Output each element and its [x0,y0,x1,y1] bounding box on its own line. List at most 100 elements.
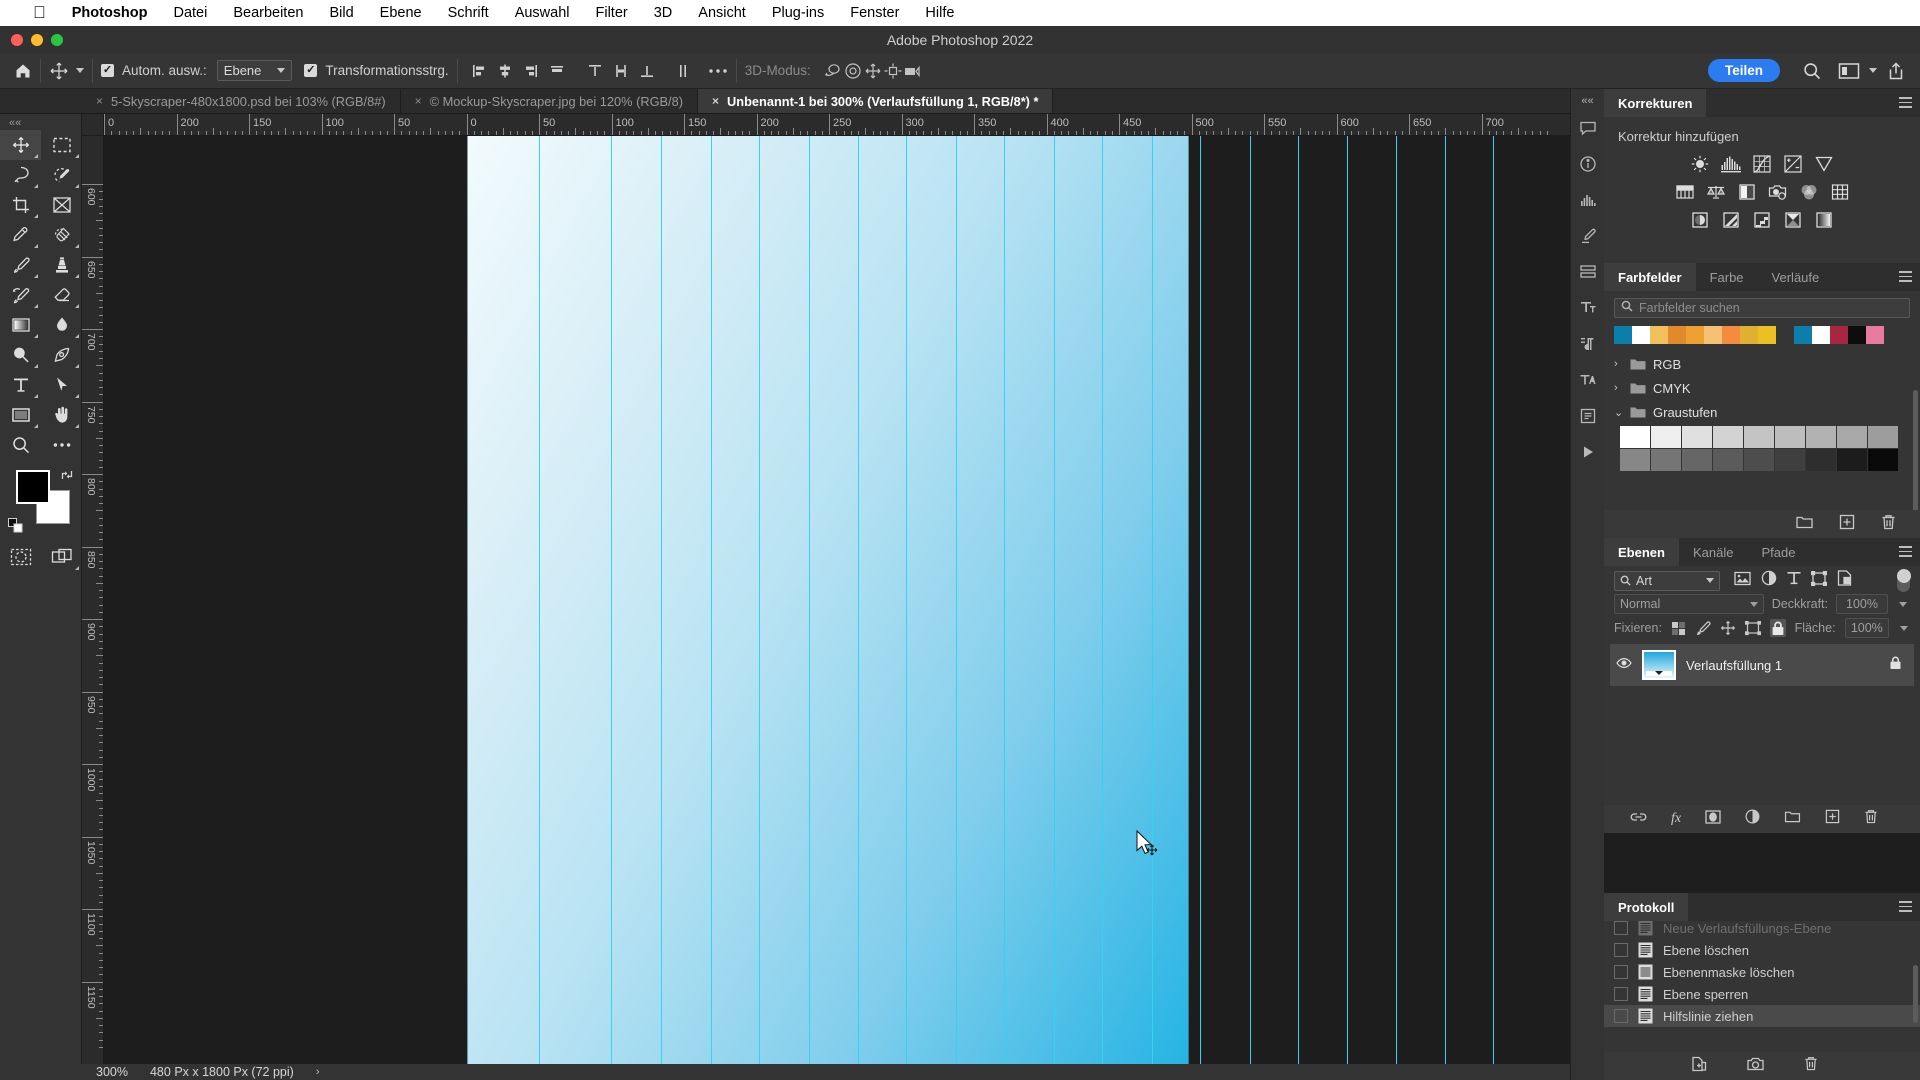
swatch-gray-15[interactable] [1775,449,1805,471]
document-tab-3[interactable]: × Unbenannt-1 bei 300% (Verlaufsfüllung … [698,89,1054,113]
swatch-group-rgb[interactable]: › RGB [1604,352,1920,376]
menu-bearbeiten[interactable]: Bearbeiten [220,0,316,26]
zoom-level[interactable]: 300% [96,1065,128,1079]
canvas-guide[interactable] [539,136,540,1064]
home-icon[interactable] [14,62,32,80]
swatch-recent-7[interactable] [1722,326,1740,344]
exposure-icon[interactable] [1782,154,1804,174]
fill-chevron-down-icon[interactable] [1898,618,1910,638]
tool-object-selection-tool[interactable] [41,160,82,190]
tool-move-tool[interactable] [0,130,41,160]
opacity-field[interactable]: 100% [1836,594,1888,614]
history-state-box[interactable] [1614,965,1628,979]
menu-auswahl[interactable]: Auswahl [502,0,583,26]
history-state-box[interactable] [1614,1009,1628,1023]
color-lookup-icon[interactable] [1829,182,1851,202]
canvas-guide[interactable] [1396,136,1397,1064]
new-group-icon[interactable] [1796,515,1813,534]
canvas-guide[interactable] [956,136,957,1064]
tool-preset-chevron-down-icon[interactable] [76,68,84,73]
history-item-4[interactable]: Ebene sperren [1604,983,1920,1005]
invert-icon[interactable] [1689,210,1711,230]
swatch-gray-10[interactable] [1620,449,1650,471]
delete-swatch-icon[interactable] [1881,514,1896,535]
canvas-guide[interactable] [906,136,907,1064]
tab-ebenen[interactable]: Ebenen [1604,538,1679,566]
swatch-gray-17[interactable] [1837,449,1867,471]
curves-icon[interactable] [1751,154,1773,174]
paragraph-icon[interactable] [1573,327,1603,361]
vertical-ruler[interactable]: 600 650 700 750 800 850 900 950 1000 1050 1100 1150 [82,136,104,1064]
channel-mixer-icon[interactable] [1798,182,1820,202]
document-tab-1[interactable]: × 5-Skyscraper-480x1800.psd bei 103% (RG… [82,89,401,113]
distribute-top-button[interactable] [582,59,608,83]
menu-3d[interactable]: 3D [641,0,686,26]
filter-adjustment-icon[interactable] [1761,570,1777,591]
document-tab-2[interactable]: × © Mockup-Skyscraper.jpg bei 120% (RGB/… [400,89,698,113]
tool-zoom-tool[interactable] [0,430,41,460]
layer-filter-kind-dropdown[interactable]: Art [1614,570,1720,591]
auto-select-checkbox[interactable]: ✓ [101,64,114,77]
default-colors-icon[interactable] [8,518,23,538]
align-right-edges-button[interactable] [518,59,544,83]
filter-type-icon[interactable] [1787,571,1801,591]
tool-dodge-tool[interactable] [0,340,41,370]
tool-hand-tool[interactable] [41,400,82,430]
swatch-recent-8[interactable] [1740,326,1758,344]
auto-select-dropdown[interactable]: Ebene [216,60,293,81]
layer-filter-toggle[interactable] [1896,568,1911,592]
transform-controls-checkbox[interactable]: ✓ [304,64,318,77]
vibrance-icon[interactable] [1813,154,1835,174]
canvas-guide[interactable] [1347,136,1348,1064]
swatch-recent-4[interactable] [1668,326,1686,344]
panel-menu-icon[interactable] [1899,97,1912,108]
more-options-icon[interactable] [708,68,728,74]
canvas-guide[interactable] [858,136,859,1064]
tool-edit-toolbar-tool[interactable] [41,430,82,460]
new-fill-adjustment-icon[interactable] [1745,809,1760,829]
swatch-gray-14[interactable] [1744,449,1774,471]
canvas-guide[interactable] [809,136,810,1064]
swatch-recent-13[interactable] [1848,326,1866,344]
swatch-recent-9[interactable] [1758,326,1776,344]
tool-blur-tool[interactable] [41,310,82,340]
tool-frame-tool[interactable] [41,190,82,220]
artboard[interactable] [467,136,1494,1064]
play-icon[interactable] [1573,435,1603,469]
quick-mask-icon[interactable] [0,542,41,572]
lock-transparency-icon[interactable] [1671,619,1686,637]
swatch-gray-4[interactable] [1713,426,1743,448]
canvas-guide[interactable] [611,136,612,1064]
new-group-icon[interactable] [1784,810,1801,828]
tool-history-brush-tool[interactable] [0,280,41,310]
workspace-chevron-down-icon[interactable] [1869,68,1877,73]
history-item-3[interactable]: Ebenenmaske löschen [1604,961,1920,983]
black-white-icon[interactable] [1736,182,1758,202]
menu-datei[interactable]: Datei [160,0,220,26]
distribute-spacing-button[interactable] [670,59,696,83]
canvas-guide[interactable] [711,136,712,1064]
swatches-scrollbar[interactable] [1913,390,1918,516]
layer-thumbnail[interactable] [1642,650,1676,680]
delete-state-icon[interactable] [1804,1056,1818,1076]
posterize-icon[interactable] [1720,210,1742,230]
swatch-recent-14[interactable] [1866,326,1884,344]
align-left-edges-button[interactable] [466,59,492,83]
menu-hilfe[interactable]: Hilfe [912,0,967,26]
tool-brush-tool[interactable] [0,250,41,280]
tool-spot-healing-brush-tool[interactable] [41,220,82,250]
swatch-gray-12[interactable] [1682,449,1712,471]
menu-ebene[interactable]: Ebene [367,0,435,26]
horizontal-ruler[interactable]: 0 200 150 100 50 0 50 100 150 200 250 300 350 400 450 5… [104,114,1593,136]
new-document-from-state-icon[interactable] [1691,1056,1707,1077]
3d-camera-icon[interactable] [903,63,927,79]
layer-row-verlaufsfuellung-1[interactable]: Verlaufsfüllung 1 [1610,644,1914,686]
history-state-box[interactable] [1614,987,1628,1001]
lock-image-icon[interactable] [1695,619,1711,637]
tool-crop-tool[interactable] [0,190,41,220]
status-expand-icon[interactable]: › [316,1066,320,1078]
menu-fenster[interactable]: Fenster [837,0,912,26]
move-tool-icon[interactable] [49,61,69,81]
tool-pen-tool[interactable] [41,340,82,370]
3d-roll-icon[interactable] [843,62,863,80]
